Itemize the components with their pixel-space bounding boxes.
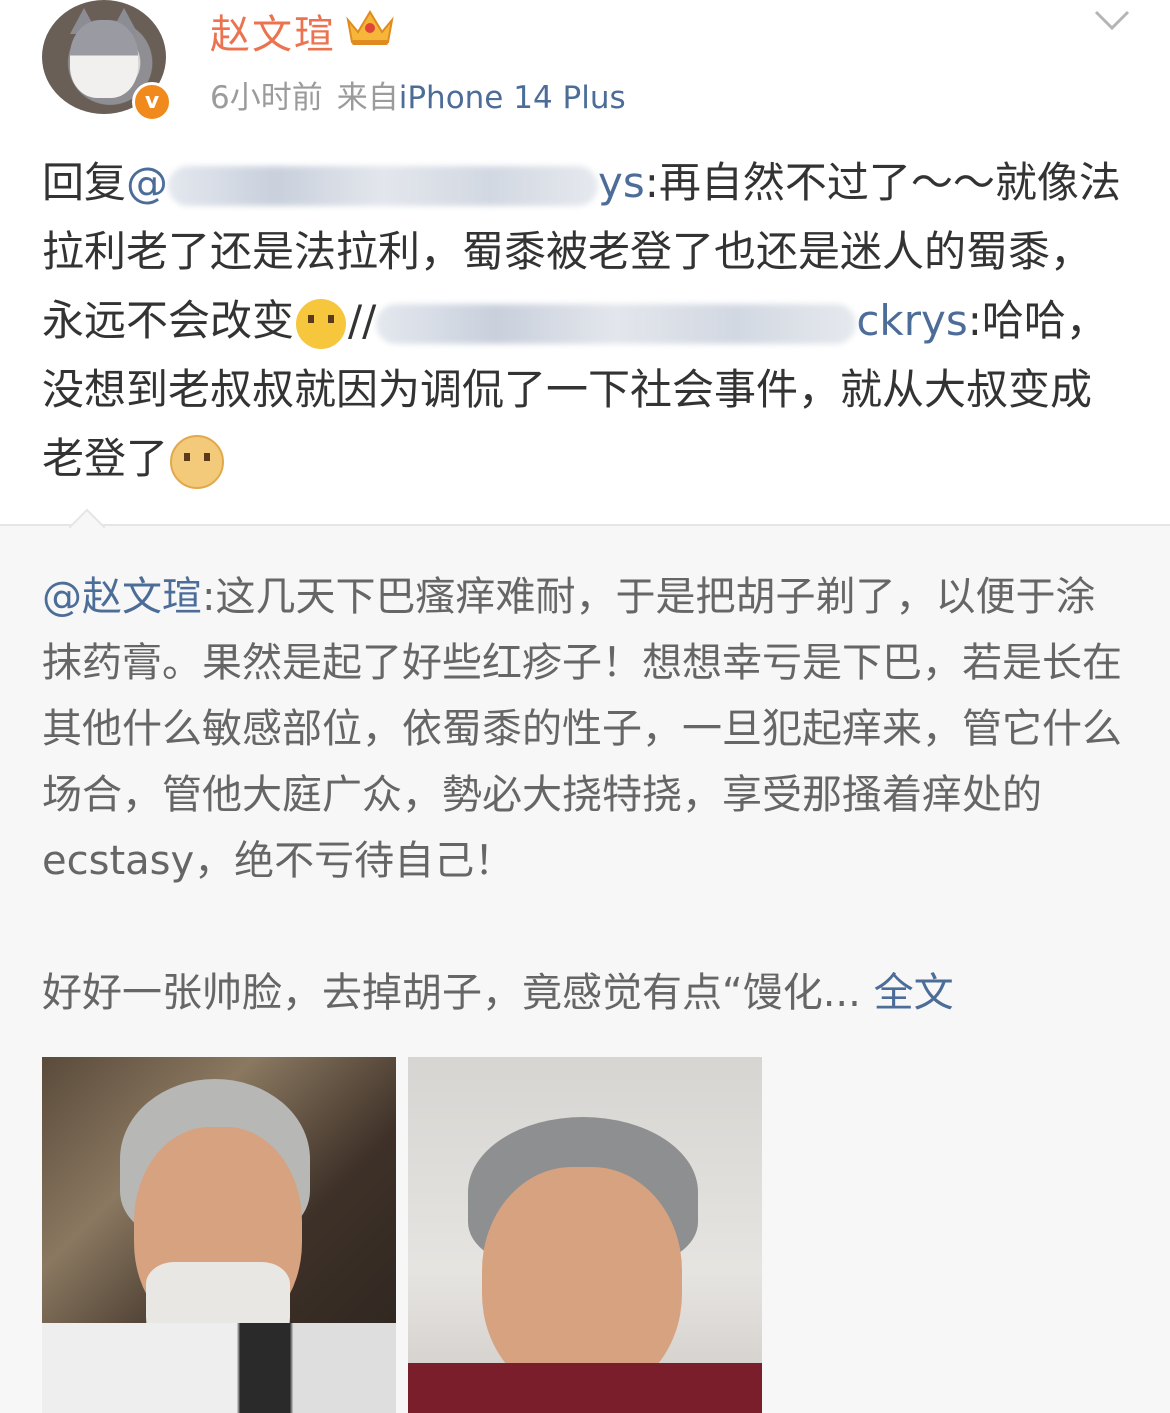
surprised-emoji xyxy=(296,298,347,349)
read-more-link[interactable]: 全文 xyxy=(874,970,954,1016)
reply-mention[interactable]: @ ys xyxy=(126,158,645,207)
quoted-text-1: :这几天下巴瘙痒难耐，于是把胡子剃了，以便于涂抹药膏。果然是起了好些红疹子！想想… xyxy=(42,574,1122,884)
reply-mention-tail: ys xyxy=(598,158,645,207)
repost-mention-tail: ckrys xyxy=(856,296,968,345)
chevron-down-icon[interactable] xyxy=(1094,8,1130,32)
repost-separator: // xyxy=(348,296,377,345)
photo-shirt xyxy=(42,1323,396,1413)
post-source-prefix: 来自 xyxy=(336,80,399,116)
reply-prefix: 回复 xyxy=(42,158,127,207)
username[interactable]: 赵文瑄 xyxy=(210,2,336,60)
avatar-cat-face xyxy=(70,20,138,98)
divider xyxy=(0,524,1170,526)
repost-mention[interactable]: ckrys xyxy=(376,296,968,345)
quoted-paragraph-1: @赵文瑄:这几天下巴瘙痒难耐，于是把胡子剃了，以便于涂抹药膏。果然是起了好些红疹… xyxy=(42,564,1132,894)
post-header: v 赵文瑄 6小时前 来自iPhone 14 Plus xyxy=(0,0,1170,130)
reply-mention-at: @ xyxy=(126,158,169,207)
quoted-post-body[interactable]: @赵文瑄:这几天下巴瘙痒难耐，于是把胡子剃了，以便于涂抹药膏。果然是起了好些红疹… xyxy=(42,564,1132,1026)
quoted-mention[interactable]: @赵文瑄 xyxy=(42,574,202,620)
quoted-paragraph-2: 好好一张帅脸，去掉胡子，竟感觉有点“馒化... 全文 xyxy=(42,960,1132,1026)
post-meta: 6小时前 来自iPhone 14 Plus xyxy=(210,72,640,117)
post-device: iPhone 14 Plus xyxy=(398,80,626,116)
quoted-text-2: 好好一张帅脸，去掉胡子，竟感觉有点“馒化... xyxy=(42,970,861,1016)
post-body: 回复@ ys:再自然不过了～～就像法拉利老了还是法拉利，蜀黍被老登了也还是迷人的蜀… xyxy=(42,148,1132,493)
crown-icon[interactable] xyxy=(344,6,396,48)
redacted-username xyxy=(376,303,857,344)
doge-emoji xyxy=(170,434,225,489)
verified-icon: v xyxy=(132,82,172,122)
post-image-1[interactable] xyxy=(42,1057,396,1413)
post-time: 6小时前 xyxy=(210,80,323,116)
post-image-2[interactable] xyxy=(408,1057,762,1413)
redacted-username xyxy=(168,165,599,206)
photo-shirt xyxy=(408,1363,762,1413)
